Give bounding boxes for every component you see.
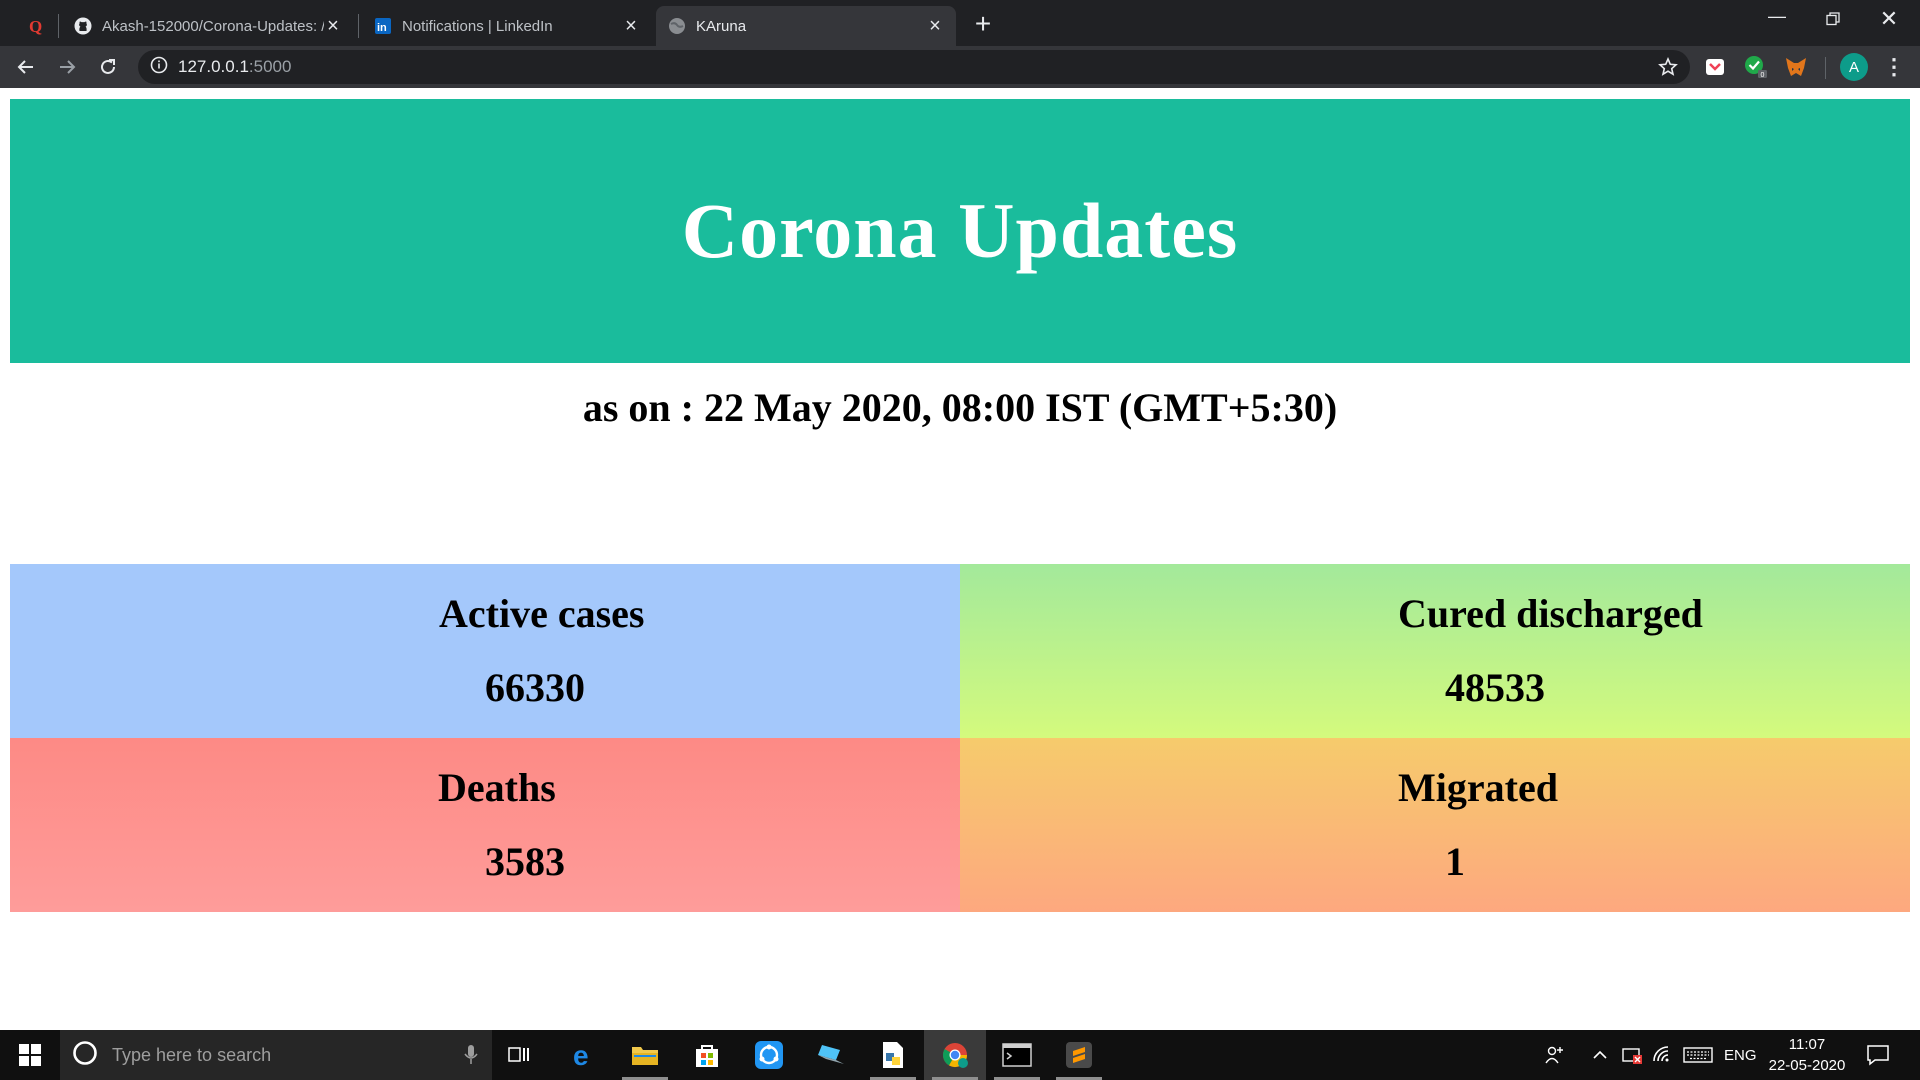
arrow-left-icon xyxy=(17,60,33,74)
close-window-button[interactable]: ✕ xyxy=(1866,6,1912,32)
close-tab-icon[interactable]: × xyxy=(324,15,342,38)
page-header-banner: Corona Updates xyxy=(10,99,1910,363)
sync-app-taskbar-button[interactable] xyxy=(738,1030,800,1080)
chrome-icon xyxy=(942,1043,968,1068)
arrow-right-icon xyxy=(60,60,76,74)
metamask-fox-icon[interactable] xyxy=(1784,55,1808,79)
tab-github[interactable]: Akash-152000/Corona-Updates: / × xyxy=(62,6,354,46)
svg-text:in: in xyxy=(377,22,387,34)
deaths-card: Deaths 3583 xyxy=(10,738,960,912)
close-tab-icon[interactable]: × xyxy=(622,15,640,38)
reload-icon xyxy=(101,59,115,74)
quora-icon: Q xyxy=(26,17,44,35)
address-bar[interactable]: 127.0.0.1:5000 xyxy=(138,50,1690,84)
profile-avatar[interactable]: A xyxy=(1840,53,1868,81)
close-tab-icon[interactable]: × xyxy=(926,15,944,38)
edge-taskbar-button[interactable]: e xyxy=(552,1030,614,1080)
windows-logo-icon xyxy=(19,1044,41,1066)
svg-text:e: e xyxy=(573,1041,589,1069)
stats-grid: Active cases 66330 Cured discharged 4853… xyxy=(10,564,1910,912)
file-explorer-taskbar-button[interactable] xyxy=(614,1030,676,1080)
url-host: 127.0.0.1 xyxy=(178,57,249,76)
people-icon[interactable] xyxy=(1544,1030,1566,1080)
minimize-button[interactable]: — xyxy=(1754,6,1800,27)
python-editor-taskbar-button[interactable] xyxy=(862,1030,924,1080)
tab-title: Notifications | LinkedIn xyxy=(402,17,553,35)
chevron-up-icon[interactable] xyxy=(1591,1030,1609,1080)
migrated-value: 1 xyxy=(1445,839,1465,884)
windows-taskbar: Type here to search e ENG 11:07 22-05-20… xyxy=(0,1030,1920,1080)
deaths-label: Deaths xyxy=(438,765,556,810)
linkedin-icon: in xyxy=(374,17,392,35)
chrome-taskbar-button[interactable] xyxy=(924,1030,986,1080)
store-bag-icon xyxy=(696,1045,718,1067)
restore-button[interactable] xyxy=(1810,6,1856,31)
document-python-icon xyxy=(883,1042,903,1068)
tab-title: KAruna xyxy=(696,17,747,35)
url-port: :5000 xyxy=(248,57,292,76)
folder-icon xyxy=(632,1047,658,1065)
info-icon[interactable] xyxy=(150,56,168,79)
laptop-icon xyxy=(818,1045,844,1064)
migrated-card: Migrated 1 xyxy=(960,738,1910,912)
taskbar-clock[interactable]: 11:07 22-05-2020 xyxy=(1752,1034,1862,1076)
back-button[interactable] xyxy=(12,53,40,81)
deaths-value: 3583 xyxy=(485,839,565,884)
tab-quora-pinned[interactable]: Q xyxy=(14,6,54,46)
store-taskbar-button[interactable] xyxy=(676,1030,738,1080)
cured-discharged-value: 48533 xyxy=(1445,665,1545,710)
sync-app-icon xyxy=(755,1041,783,1069)
reload-button[interactable] xyxy=(94,53,122,81)
cured-discharged-card: Cured discharged 48533 xyxy=(960,564,1910,738)
browser-toolbar: 127.0.0.1:5000 0 A ⋮ xyxy=(0,46,1920,88)
browser-tab-strip: Q Akash-152000/Corona-Updates: / × in No… xyxy=(0,0,1920,46)
svg-text:Q: Q xyxy=(29,17,42,35)
task-view-icon xyxy=(508,1047,529,1062)
forward-button[interactable] xyxy=(53,53,81,81)
tab-karuna[interactable]: KAruna × xyxy=(656,6,956,46)
active-cases-label: Active cases xyxy=(439,591,645,636)
sublime-text-icon xyxy=(1066,1042,1092,1068)
clock-time: 11:07 xyxy=(1788,1036,1826,1053)
tab-title: Akash-152000/Corona-Updates: / xyxy=(102,17,324,35)
active-cases-value: 66330 xyxy=(485,665,585,710)
as-on-date-text: as on : 22 May 2020, 08:00 IST (GMT+5:30… xyxy=(582,385,1338,430)
new-tab-button[interactable]: + xyxy=(968,8,998,40)
microphone-icon[interactable] xyxy=(464,1044,478,1071)
sublime-text-taskbar-button[interactable] xyxy=(1048,1030,1110,1080)
shield-check-extension-icon[interactable]: 0 xyxy=(1744,55,1768,79)
taskbar-search-box[interactable]: Type here to search xyxy=(60,1030,492,1080)
tab-linkedin[interactable]: in Notifications | LinkedIn × xyxy=(362,6,652,46)
edge-icon: e xyxy=(573,1041,589,1069)
page-title: Corona Updates xyxy=(681,187,1239,274)
menu-kebab-icon[interactable]: ⋮ xyxy=(1882,54,1906,79)
terminal-icon xyxy=(1002,1043,1032,1067)
task-view-button[interactable] xyxy=(488,1030,550,1080)
keyboard-icon[interactable] xyxy=(1683,1030,1713,1080)
terminal-taskbar-button[interactable] xyxy=(986,1030,1048,1080)
search-placeholder: Type here to search xyxy=(112,1044,272,1065)
laptop-app-taskbar-button[interactable] xyxy=(800,1030,862,1080)
url-text: 127.0.0.1:5000 xyxy=(178,57,291,77)
wifi-icon[interactable] xyxy=(1652,1030,1674,1080)
start-button[interactable] xyxy=(0,1030,60,1080)
svg-text:0: 0 xyxy=(1761,72,1765,79)
github-icon xyxy=(74,17,92,35)
cortana-circle-icon xyxy=(72,1040,98,1071)
cured-discharged-label: Cured discharged xyxy=(1398,591,1703,636)
clock-date: 22-05-2020 xyxy=(1768,1057,1846,1074)
pocket-extension-icon[interactable] xyxy=(1703,55,1727,79)
migrated-label: Migrated xyxy=(1398,765,1558,810)
battery-security-icon[interactable] xyxy=(1621,1030,1645,1080)
globe-icon xyxy=(668,17,686,35)
star-bookmark-icon[interactable] xyxy=(1658,56,1678,82)
action-center-icon[interactable] xyxy=(1866,1030,1890,1080)
active-cases-card: Active cases 66330 xyxy=(10,564,960,738)
